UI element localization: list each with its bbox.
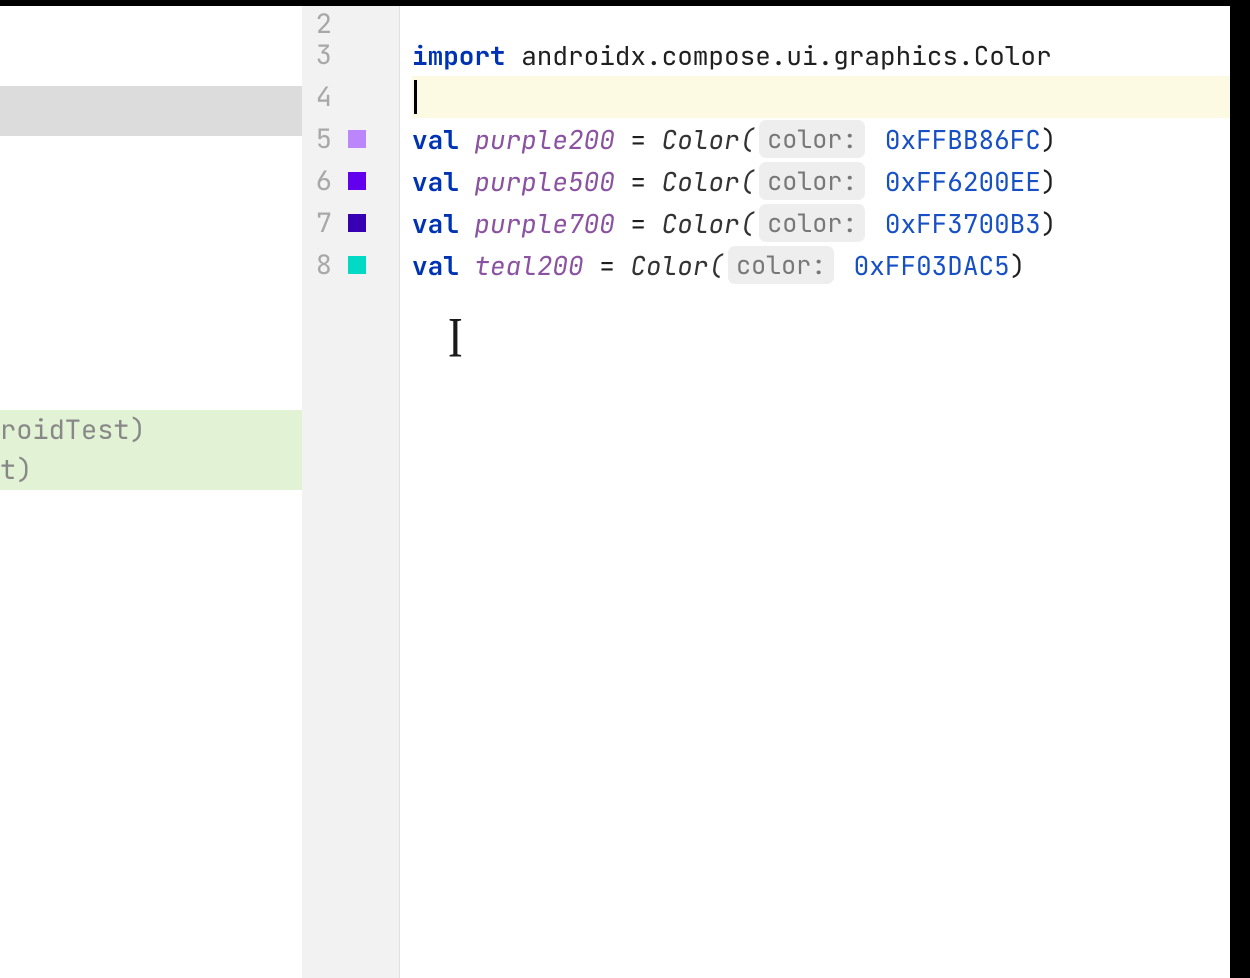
- right-window-border: [1230, 6, 1250, 978]
- line-number: 5: [312, 121, 332, 157]
- sidebar-item-androidtest[interactable]: roidTest): [0, 410, 302, 450]
- code-line-8[interactable]: val teal200 = Color(color: 0xFF03DAC5): [412, 244, 1250, 286]
- paren-open: (: [740, 206, 756, 241]
- code-line-7[interactable]: val purple700 = Color(color: 0xFF3700B3): [412, 202, 1250, 244]
- identifier: purple200: [459, 122, 615, 157]
- keyword-val: val: [412, 206, 459, 241]
- paren-open: (: [708, 248, 724, 283]
- text-cursor-icon: I: [448, 304, 463, 370]
- paren-open: (: [740, 122, 756, 157]
- line-number: 8: [312, 247, 332, 283]
- identifier: purple500: [459, 164, 615, 199]
- code-line-5[interactable]: val purple200 = Color(color: 0xFFBB86FC): [412, 118, 1250, 160]
- hex-literal: 0xFFBB86FC: [869, 122, 1041, 157]
- color-swatch-icon[interactable]: [348, 172, 366, 190]
- gutter-row-5[interactable]: 5: [302, 118, 399, 160]
- line-number: 7: [312, 205, 332, 241]
- parameter-hint: color:: [759, 120, 865, 158]
- editor-layout: roidTest) t) 2 3 4 5 6 7 8: [0, 6, 1250, 978]
- hex-literal: 0xFF3700B3: [869, 206, 1041, 241]
- code-line-6[interactable]: val purple500 = Color(color: 0xFF6200EE): [412, 160, 1250, 202]
- color-swatch-icon[interactable]: [348, 256, 366, 274]
- gutter-row-7[interactable]: 7: [302, 202, 399, 244]
- equals: =: [615, 206, 662, 241]
- equals: =: [584, 248, 631, 283]
- paren-close: ): [1010, 248, 1026, 283]
- code-editor[interactable]: import androidx.compose.ui.graphics.Colo…: [400, 6, 1250, 978]
- gutter[interactable]: 2 3 4 5 6 7 8: [302, 6, 400, 978]
- sidebar-item-test[interactable]: t): [0, 450, 302, 490]
- paren-close: ): [1041, 206, 1057, 241]
- keyword-val: val: [412, 248, 459, 283]
- identifier: teal200: [459, 248, 584, 283]
- parameter-hint: color:: [728, 246, 834, 284]
- hex-literal: 0xFF6200EE: [869, 164, 1041, 199]
- sidebar-scroll-highlight: [0, 86, 302, 136]
- hex-literal: 0xFF03DAC5: [838, 248, 1010, 283]
- paren-close: ): [1041, 164, 1057, 199]
- keyword-val: val: [412, 122, 459, 157]
- sidebar-test-items[interactable]: roidTest) t): [0, 410, 302, 490]
- keyword-val: val: [412, 164, 459, 199]
- parameter-hint: color:: [759, 204, 865, 242]
- color-swatch-icon[interactable]: [348, 130, 366, 148]
- color-swatch-icon[interactable]: [348, 214, 366, 232]
- gutter-row-6[interactable]: 6: [302, 160, 399, 202]
- identifier: purple700: [459, 206, 615, 241]
- gutter-row-4[interactable]: 4: [302, 76, 399, 118]
- left-panel[interactable]: roidTest) t): [0, 6, 302, 978]
- keyword-import: import: [412, 38, 506, 73]
- paren-close: ): [1041, 122, 1057, 157]
- import-path: androidx.compose.ui.graphics.Color: [506, 38, 1052, 73]
- function-call: Color: [662, 122, 740, 157]
- paren-open: (: [740, 164, 756, 199]
- line-number: 4: [312, 79, 332, 115]
- equals: =: [615, 164, 662, 199]
- function-call: Color: [662, 206, 740, 241]
- line-number: 6: [312, 163, 332, 199]
- gutter-row-2[interactable]: 2: [302, 6, 399, 34]
- gutter-row-3[interactable]: 3: [302, 34, 399, 76]
- code-line-4-current[interactable]: [412, 76, 1250, 118]
- equals: =: [615, 122, 662, 157]
- function-call: Color: [662, 164, 740, 199]
- code-line-3[interactable]: import androidx.compose.ui.graphics.Colo…: [412, 34, 1250, 76]
- function-call: Color: [630, 248, 708, 283]
- line-number: 3: [312, 37, 332, 73]
- gutter-row-8[interactable]: 8: [302, 244, 399, 286]
- code-line-2[interactable]: [412, 6, 1250, 34]
- parameter-hint: color:: [759, 162, 865, 200]
- text-caret: [414, 80, 417, 114]
